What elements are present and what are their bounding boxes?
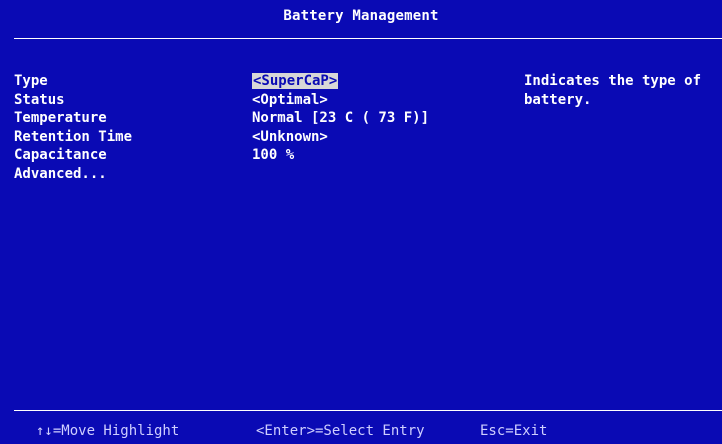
retention-time-value[interactable]: <Unknown>	[252, 129, 328, 145]
setting-row-status[interactable]: <Optimal>	[252, 91, 429, 110]
help-text: Indicates the type of battery.	[524, 73, 710, 108]
temperature-value: Normal [23 C ( 73 F)]	[252, 110, 430, 126]
setting-row-capacitance: 100 %	[252, 146, 429, 165]
title-divider	[14, 38, 722, 39]
setting-row-retention-time[interactable]: <Unknown>	[252, 128, 429, 147]
bios-screen: Battery Management Type Status Temperatu…	[0, 0, 722, 444]
settings-values: <SuperCaP> <Optimal> Normal [23 C ( 73 F…	[252, 72, 429, 165]
settings-labels: Type Status Temperature Retention Time C…	[14, 72, 132, 183]
setting-label-retention-time[interactable]: Retention Time	[14, 128, 132, 147]
setting-label-status[interactable]: Status	[14, 91, 132, 110]
footer-exit: Esc=Exit	[480, 423, 548, 439]
setting-label-temperature[interactable]: Temperature	[14, 109, 132, 128]
setting-row-type[interactable]: <SuperCaP>	[252, 72, 429, 91]
setting-row-temperature: Normal [23 C ( 73 F)]	[252, 109, 429, 128]
setting-label-capacitance[interactable]: Capacitance	[14, 146, 132, 165]
footer-divider	[14, 410, 722, 411]
setting-label-type[interactable]: Type	[14, 72, 132, 91]
capacitance-value: 100 %	[252, 147, 295, 163]
footer-move-highlight: ↑↓=Move Highlight	[36, 423, 180, 439]
status-value[interactable]: <Optimal>	[252, 92, 328, 108]
footer-select-entry: <Enter>=Select Entry	[256, 423, 425, 439]
setting-advanced[interactable]: Advanced...	[14, 165, 132, 184]
type-value-selected[interactable]: <SuperCaP>	[252, 73, 339, 89]
page-title: Battery Management	[283, 8, 439, 24]
